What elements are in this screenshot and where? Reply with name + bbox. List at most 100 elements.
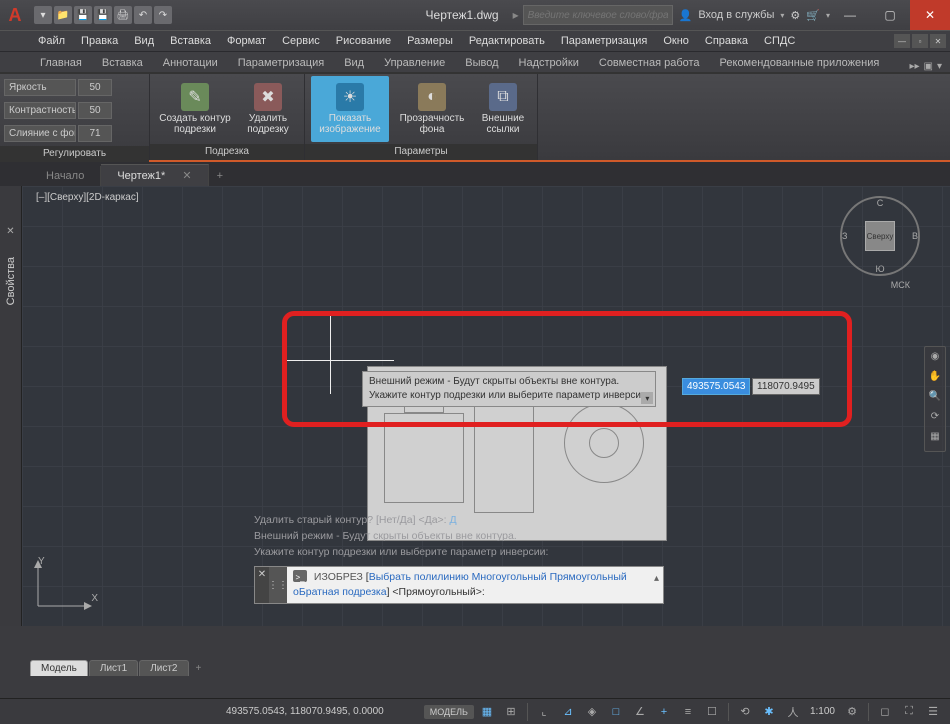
menu-window[interactable]: Окно — [655, 35, 697, 47]
menu-format[interactable]: Формат — [219, 35, 274, 47]
nav-fullnav-icon[interactable]: ◉ — [927, 351, 943, 367]
dynamic-coord-y[interactable]: 118070.9495 — [752, 378, 820, 395]
ribbon-tab-parametric[interactable]: Параметризация — [228, 54, 334, 72]
fade-label[interactable]: Слияние с фон… — [4, 125, 76, 142]
palette-close-icon[interactable]: ✕ — [6, 226, 14, 237]
cmdline-input[interactable]: >_ ИЗОБРЕЗ [Выбрать полилинию Многоуголь… — [287, 567, 663, 603]
ribbon-play-icon[interactable]: ▸▸ — [909, 61, 919, 72]
exchange-icon[interactable]: ⚙ — [790, 9, 800, 22]
ribbon-tab-manage[interactable]: Управление — [374, 54, 455, 72]
delete-clip-button[interactable]: ✖ Удалить подрезку — [238, 76, 298, 142]
ribbon-minimize-icon[interactable]: ▾ — [937, 61, 942, 72]
qat-undo-icon[interactable]: ↶ — [134, 6, 152, 24]
qat-open-icon[interactable]: 📁 — [54, 6, 72, 24]
ribbon-tab-home[interactable]: Главная — [30, 54, 92, 72]
status-grid-icon[interactable]: ▦ — [476, 702, 498, 722]
status-coords[interactable]: 493575.0543, 118070.9495, 0.0000 — [6, 706, 384, 717]
ribbon-tab-output[interactable]: Вывод — [455, 54, 508, 72]
menu-edit[interactable]: Правка — [73, 35, 126, 47]
status-transparency-icon[interactable]: ☐ — [701, 702, 723, 722]
cmdline-expand-icon[interactable]: ▴ — [654, 571, 659, 586]
cmdline-close-icon[interactable]: ✕ — [255, 567, 269, 603]
menu-file[interactable]: Файл — [30, 35, 73, 47]
status-polar-icon[interactable]: ⊿ — [557, 702, 579, 722]
nav-zoom-icon[interactable]: 🔍 — [927, 391, 943, 407]
nav-pan-icon[interactable]: ✋ — [927, 371, 943, 387]
drawing-viewport[interactable]: [–][Сверху][2D-каркас] Сверху С Ю В З МС… — [22, 186, 950, 626]
doc-restore-button[interactable]: ▫ — [912, 34, 928, 48]
minimize-button[interactable]: — — [830, 0, 870, 30]
brightness-value[interactable]: 50 — [78, 79, 112, 96]
view-cube-face[interactable]: Сверху — [865, 221, 895, 251]
menu-dimension[interactable]: Размеры — [399, 35, 461, 47]
doc-minimize-button[interactable]: — — [894, 34, 910, 48]
ribbon-focus-icon[interactable]: ▣ — [924, 61, 933, 72]
menu-insert[interactable]: Вставка — [162, 35, 219, 47]
menu-tools[interactable]: Сервис — [274, 35, 328, 47]
qat-plot-icon[interactable]: 🖨 — [114, 6, 132, 24]
ribbon-tab-insert[interactable]: Вставка — [92, 54, 153, 72]
maximize-button[interactable]: ▢ — [870, 0, 910, 30]
menu-parametric[interactable]: Параметризация — [553, 35, 655, 47]
file-tab-add-button[interactable]: + — [209, 166, 231, 186]
layout-tab-add-button[interactable]: + — [190, 661, 208, 676]
status-annoscale-icon[interactable]: 人 — [782, 702, 804, 722]
show-image-button[interactable]: ☀ Показать изображение — [311, 76, 389, 142]
qat-new-icon[interactable]: ▾ — [34, 6, 52, 24]
search-chevron-icon[interactable]: ▸ — [513, 8, 519, 22]
search-input[interactable] — [523, 5, 673, 25]
menu-spds[interactable]: СПДС — [756, 35, 803, 47]
view-cube-east[interactable]: В — [912, 231, 918, 241]
create-clip-button[interactable]: ✎ Создать контур подрезки — [156, 76, 234, 142]
command-line[interactable]: ✕ ⋮⋮ >_ ИЗОБРЕЗ [Выбрать полилинию Много… — [254, 566, 664, 604]
signin-chevron-icon[interactable]: ▾ — [780, 11, 784, 20]
cart-icon[interactable]: 🛒 — [806, 9, 820, 22]
layout-tab-sheet1[interactable]: Лист1 — [89, 660, 138, 676]
cmdline-opt-polyline[interactable]: Выбрать полилинию — [369, 571, 469, 583]
file-tab-start[interactable]: Начало — [30, 166, 101, 186]
ribbon-tab-view[interactable]: Вид — [334, 54, 374, 72]
view-cube[interactable]: Сверху С Ю В З — [840, 196, 920, 276]
status-annotation-icon[interactable]: ✱ — [758, 702, 780, 722]
contrast-value[interactable]: 50 — [78, 102, 112, 119]
ribbon-tab-featured[interactable]: Рекомендованные приложения — [710, 54, 890, 72]
ribbon-tab-annotate[interactable]: Аннотации — [153, 54, 228, 72]
view-cube-north[interactable]: С — [877, 198, 884, 208]
status-cleanscreen-icon[interactable]: ⛶ — [898, 702, 920, 722]
view-cube-west[interactable]: З — [842, 231, 847, 241]
qat-save-icon[interactable]: 💾 — [74, 6, 92, 24]
status-cycling-icon[interactable]: ⟲ — [734, 702, 756, 722]
status-customize-icon[interactable]: ☰ — [922, 702, 944, 722]
xref-button[interactable]: ⧉ Внешние ссылки — [475, 76, 531, 142]
menu-view[interactable]: Вид — [126, 35, 162, 47]
nav-showmotion-icon[interactable]: ▦ — [927, 431, 943, 447]
doc-close-button[interactable]: ✕ — [930, 34, 946, 48]
transparency-button[interactable]: ◐ Прозрачность фона — [393, 76, 471, 142]
status-lineweight-icon[interactable]: ≡ — [677, 702, 699, 722]
status-model-button[interactable]: МОДЕЛЬ — [424, 705, 474, 719]
menu-modify[interactable]: Редактировать — [461, 35, 553, 47]
nav-orbit-icon[interactable]: ⟳ — [927, 411, 943, 427]
tooltip-menu-icon[interactable]: ▾ — [641, 392, 653, 404]
status-scale[interactable]: 1:100 — [806, 706, 839, 717]
qat-redo-icon[interactable]: ↷ — [154, 6, 172, 24]
fade-value[interactable]: 71 — [78, 125, 112, 142]
file-tab-drawing[interactable]: Чертеж1* ✕ — [101, 164, 208, 186]
viewport-controls[interactable]: [–][Сверху][2D-каркас] — [36, 192, 139, 203]
cmdline-opt-polygon[interactable]: Многоугольный — [472, 571, 547, 583]
menu-help[interactable]: Справка — [697, 35, 756, 47]
layout-tab-model[interactable]: Модель — [30, 660, 88, 676]
brightness-label[interactable]: Яркость — [4, 79, 76, 96]
cmdline-opt-invert[interactable]: оБратная подрезка — [293, 586, 387, 598]
view-cube-south[interactable]: Ю — [875, 264, 884, 274]
properties-palette[interactable]: ✕ Свойства — [0, 186, 22, 626]
status-osnap-icon[interactable]: □ — [605, 702, 627, 722]
signin-button[interactable]: Вход в службы — [698, 9, 774, 21]
cmdline-drag-handle[interactable]: ⋮⋮ — [269, 567, 287, 603]
status-iso-icon[interactable]: ◈ — [581, 702, 603, 722]
layout-tab-sheet2[interactable]: Лист2 — [139, 660, 188, 676]
cmdline-opt-rect[interactable]: Прямоугольный — [550, 571, 627, 583]
status-dynamic-icon[interactable]: + — [653, 702, 675, 722]
ribbon-tab-collab[interactable]: Совместная работа — [589, 54, 710, 72]
status-snap-icon[interactable]: ⊞ — [500, 702, 522, 722]
